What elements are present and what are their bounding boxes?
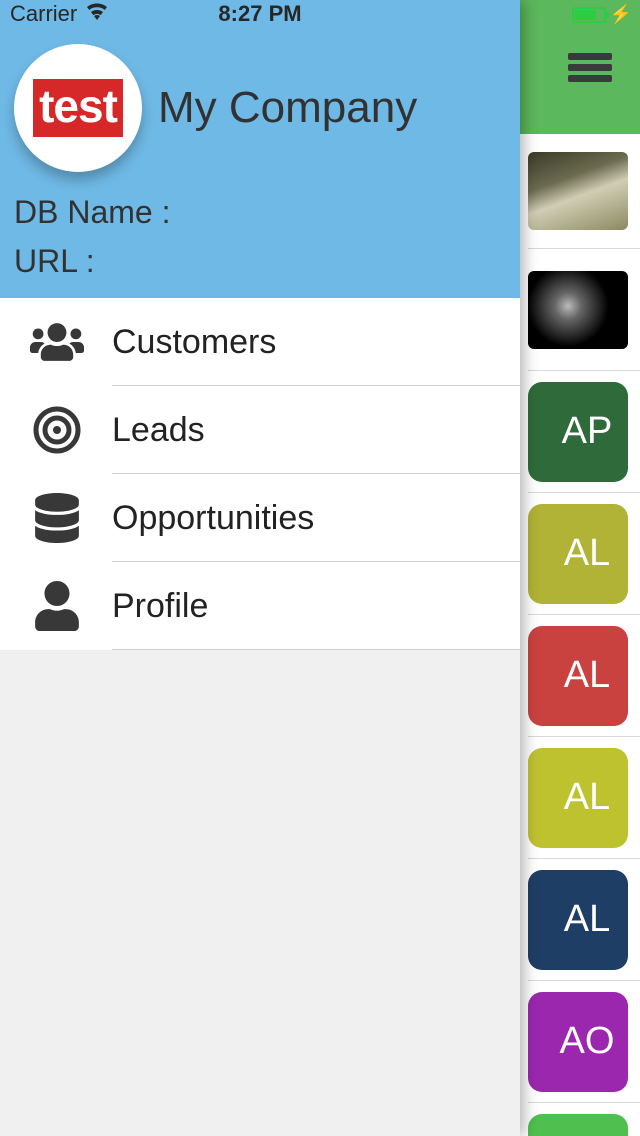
logo-text: test [39,80,117,132]
menu-label: Customers [112,323,276,362]
menu-label: Leads [112,411,205,450]
menu-item-opportunities[interactable]: Opportunities [0,474,520,562]
battery-icon [572,7,606,23]
list-item[interactable]: AL [528,737,640,859]
menu-item-customers[interactable]: Customers [0,298,520,386]
menu-icon[interactable] [568,49,612,86]
drawer-menu: Customers Leads Opportunities Profile [0,298,520,650]
database-icon [28,493,86,543]
avatar: AP [528,382,628,482]
list-item[interactable]: AL [528,615,640,737]
menu-item-profile[interactable]: Profile [0,562,520,650]
drawer-header: test My Company DB Name : URL : [0,28,520,298]
list-item[interactable]: AL [528,493,640,615]
menu-item-leads[interactable]: Leads [0,386,520,474]
list-item[interactable] [528,1103,640,1136]
avatar [528,1114,628,1136]
status-bar-right: ⚡ [572,4,632,25]
customers-icon [28,319,86,365]
db-name-label: DB Name : [14,194,506,231]
list-item[interactable]: AO [528,981,640,1103]
status-bar: 8:27 PM Carrier [0,0,520,28]
company-logo: test [14,44,142,172]
side-drawer: 8:27 PM Carrier test My Company DB Name … [0,0,520,1136]
avatar: AL [528,504,628,604]
avatar: AO [528,992,628,1092]
avatar: AL [528,626,628,726]
list-item[interactable]: AL [528,859,640,981]
underlying-header: ⚡ [520,0,640,134]
url-label: URL : [14,243,506,280]
menu-label: Profile [112,587,208,626]
charging-icon: ⚡ [610,4,632,25]
menu-label: Opportunities [112,499,314,538]
avatar: AL [528,748,628,848]
status-time: 8:27 PM [218,1,301,27]
contact-photo [528,152,628,230]
list-item[interactable] [528,134,640,249]
drawer-empty-area [0,650,520,1136]
underlying-screen: ⚡ AP AL AL AL [520,0,640,1136]
user-icon [28,581,86,631]
contact-list[interactable]: AP AL AL AL AL AO [520,134,640,1136]
target-icon [28,406,86,454]
list-item[interactable]: AP [528,371,640,493]
list-item[interactable] [528,249,640,371]
contact-photo [528,271,628,349]
avatar: AL [528,870,628,970]
company-name: My Company [158,83,417,133]
